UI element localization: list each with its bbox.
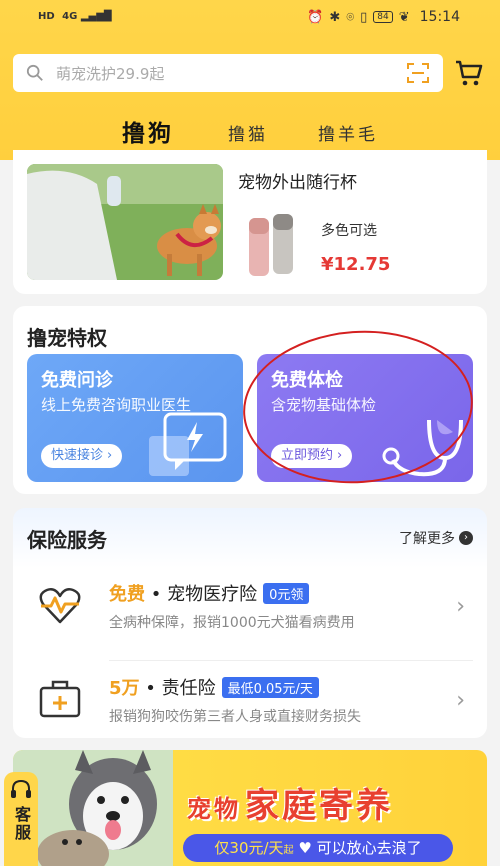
product-price: ¥12.75 bbox=[321, 254, 391, 275]
alarm-icon: ⏰ bbox=[307, 9, 324, 25]
arrow-right-icon: › bbox=[459, 531, 473, 545]
product-image bbox=[27, 164, 223, 280]
divider bbox=[109, 660, 473, 661]
search-bar[interactable]: 萌宠洗护29.9起 bbox=[13, 54, 443, 92]
banner-headline: 宠物 家庭寄养 bbox=[187, 778, 393, 827]
tab-dog[interactable]: 撸狗 bbox=[122, 114, 174, 155]
product-thumbnail bbox=[249, 214, 293, 276]
section-title: 保险服务 bbox=[27, 528, 107, 552]
heart-pulse-icon bbox=[39, 588, 81, 624]
bluetooth-icon: ✱ bbox=[329, 9, 341, 25]
customer-service-button[interactable]: 客服 bbox=[4, 772, 38, 866]
search-input[interactable]: 萌宠洗护29.9起 bbox=[56, 63, 164, 84]
highlight-text: 5万 bbox=[109, 678, 140, 699]
heart-icon: ♥ bbox=[298, 839, 312, 857]
learn-more-link[interactable]: 了解更多 › bbox=[399, 528, 473, 548]
banner-price-pill: 仅30元/天起 ♥ 可以放心去浪了 bbox=[183, 834, 453, 862]
tab-dog-label: 撸狗 bbox=[122, 121, 174, 147]
item-description: 全病种保障，报销1000元犬猫看病费用 bbox=[109, 615, 355, 631]
quick-consult-button[interactable]: 快速接诊 › bbox=[41, 444, 123, 468]
highlight-text: 免费 bbox=[109, 584, 145, 605]
chat-bubble-icon bbox=[149, 412, 227, 476]
banner-title: 家庭寄养 bbox=[245, 786, 393, 826]
banner-prefix: 宠物 bbox=[187, 795, 241, 823]
battery-indicator: 84 bbox=[373, 11, 393, 23]
free-consultation-card[interactable]: 免费问诊 线上免费咨询职业医生 快速接诊 › bbox=[27, 354, 243, 482]
chevron-right-icon: › bbox=[456, 594, 465, 619]
promo-badge: 最低0.05元/天 bbox=[221, 676, 319, 698]
signal-icon: ▂▄▆█ bbox=[80, 11, 112, 22]
leaf-icon: ❦ bbox=[398, 9, 410, 25]
item-description: 报销狗狗咬伤第三者人身或直接财务损失 bbox=[109, 709, 361, 725]
first-aid-kit-icon bbox=[39, 680, 81, 718]
promo-badge: 0元领 bbox=[263, 582, 310, 604]
tab-cat-label: 撸猫 bbox=[228, 125, 268, 145]
product-title: 宠物外出随行杯 bbox=[238, 173, 357, 193]
item-name: • 责任险 bbox=[145, 678, 216, 699]
search-icon bbox=[26, 64, 43, 81]
learn-more-label: 了解更多 bbox=[399, 531, 455, 547]
clock: 15:14 bbox=[419, 9, 460, 25]
vibrate-icon: ▯ bbox=[360, 9, 368, 25]
network-generation: 4G bbox=[62, 11, 78, 22]
medical-insurance-row[interactable]: 免费 • 宠物医疗险 0元领 全病种保障，报销1000元犬猫看病费用 › bbox=[13, 568, 487, 648]
network-label: HD bbox=[38, 11, 55, 22]
card-title: 免费问诊 bbox=[41, 370, 113, 391]
pill-price-suffix: 起 bbox=[283, 845, 294, 856]
liability-insurance-row[interactable]: 5万 • 责任险 最低0.05元/天 报销狗狗咬伤第三者人身或直接财务损失 › bbox=[13, 662, 487, 742]
item-name: • 宠物医疗险 bbox=[150, 584, 258, 605]
headset-icon bbox=[11, 779, 31, 798]
header: HD 4G ▂▄▆█ ⏰ ✱ ⌾ ▯ 84 ❦ 15:14 萌宠洗护29.9起 bbox=[0, 0, 500, 160]
button-label: 快速接诊 bbox=[51, 448, 104, 463]
pill-text: 可以放心去浪了 bbox=[316, 839, 422, 857]
scan-icon[interactable] bbox=[407, 63, 429, 83]
insurance-section: 保险服务 了解更多 › 免费 • 宠物医疗险 0元领 全病种保障，报销1000元… bbox=[13, 508, 487, 738]
boarding-banner[interactable]: 宠物 家庭寄养 仅30元/天起 ♥ 可以放心去浪了 bbox=[13, 750, 487, 866]
status-bar: HD 4G ▂▄▆█ ⏰ ✱ ⌾ ▯ 84 ❦ 15:14 bbox=[0, 0, 500, 38]
cart-icon[interactable] bbox=[454, 58, 484, 88]
pill-price: 仅30元/天 bbox=[214, 839, 284, 857]
customer-service-label: 客服 bbox=[12, 806, 31, 842]
tab-wool-label: 撸羊毛 bbox=[318, 125, 378, 145]
location-icon: ⌾ bbox=[346, 9, 355, 25]
product-card[interactable]: 宠物外出随行杯 多色可选 ¥12.75 bbox=[13, 150, 487, 294]
product-subtitle: 多色可选 bbox=[321, 223, 377, 239]
tab-cat[interactable]: 撸猫 bbox=[228, 120, 268, 145]
tab-wool[interactable]: 撸羊毛 bbox=[318, 120, 378, 145]
section-title: 撸宠特权 bbox=[27, 326, 107, 350]
chevron-right-icon: › bbox=[107, 448, 113, 463]
chevron-right-icon: › bbox=[456, 688, 465, 713]
